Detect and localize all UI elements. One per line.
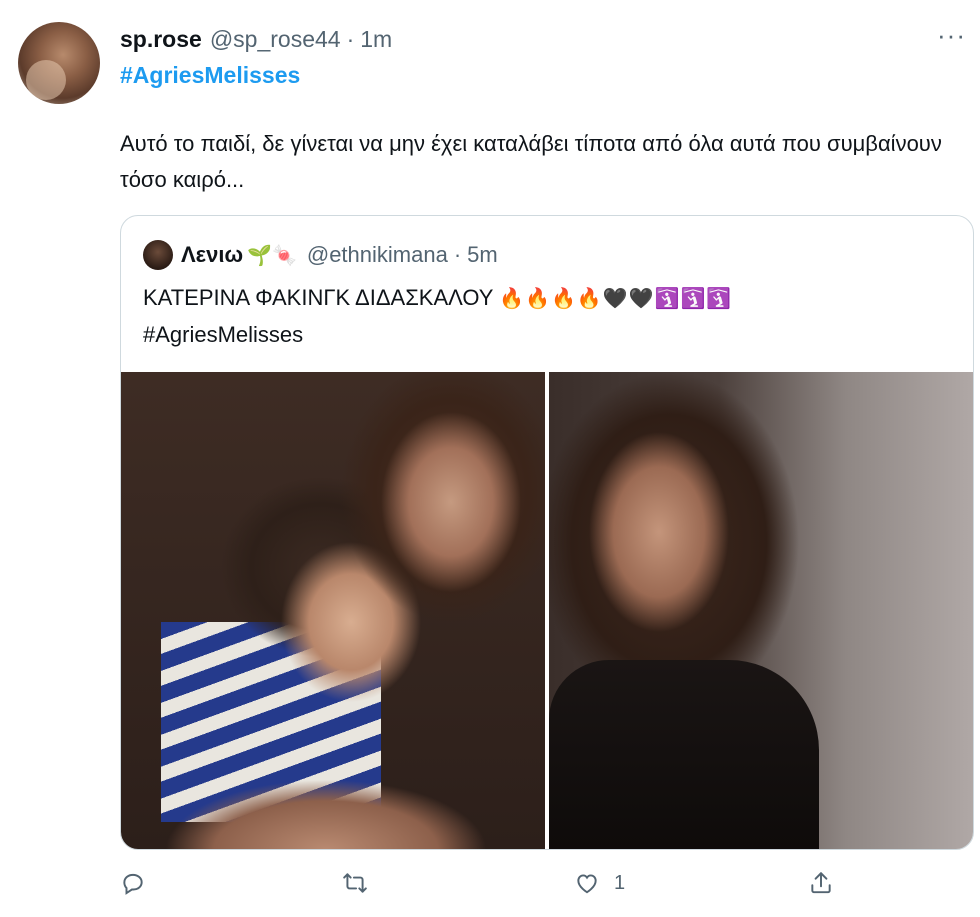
- quoted-text-emojis: 🔥🔥🔥🔥🖤🖤🛐🛐🛐: [499, 288, 733, 310]
- share-button[interactable]: [808, 870, 848, 896]
- quoted-text-main: ΚΑΤΕΡΙΝΑ ΦΑΚΙΝΓΚ ΔΙΔΑΣΚΑΛΟΥ: [143, 285, 494, 310]
- reply-icon: [123, 873, 143, 895]
- retweet-button[interactable]: [342, 870, 382, 896]
- tweet-header: sp.rose @sp_rose44 · 1m: [120, 26, 392, 53]
- photo-woman-closeup[interactable]: [549, 372, 973, 849]
- separator-dot: ·: [346, 26, 355, 52]
- retweet-icon: [343, 873, 367, 893]
- tweet-text: Αυτό το παιδί, δε γίνεται να μην έχει κα…: [120, 131, 942, 192]
- quoted-display-name: Λενιω: [181, 242, 244, 267]
- like-count: 1: [614, 871, 626, 894]
- quoted-name-emojis: 🌱🍬: [247, 244, 297, 267]
- timestamp[interactable]: 1m: [360, 26, 392, 53]
- media-grid: [121, 372, 973, 849]
- display-name[interactable]: sp.rose: [120, 26, 202, 53]
- quoted-timestamp: 5m: [467, 242, 498, 267]
- tweet-actions: 1: [120, 870, 850, 906]
- handle[interactable]: @sp_rose44: [210, 26, 341, 53]
- quoted-hashtag: #AgriesMelisses: [143, 322, 304, 347]
- photo-woman-hugging-boy[interactable]: [121, 372, 545, 849]
- avatar[interactable]: [18, 22, 100, 104]
- quoted-handle: @ethnikimana: [306, 242, 448, 267]
- tweet[interactable]: sp.rose @sp_rose44 · 1m ··· #AgriesMelis…: [0, 0, 980, 917]
- quoted-avatar: [143, 240, 173, 270]
- share-icon: [811, 872, 831, 894]
- quoted-tweet-header: Λενιω 🌱🍬 @ethnikimana · 5m: [143, 240, 498, 270]
- quoted-tweet[interactable]: Λενιω 🌱🍬 @ethnikimana · 5m ΚΑΤΕΡΙΝΑ ΦΑΚΙ…: [120, 215, 974, 850]
- hashtag-link[interactable]: #AgriesMelisses: [120, 62, 300, 89]
- like-button[interactable]: 1: [574, 870, 625, 896]
- quoted-tweet-text: ΚΑΤΕΡΙΝΑ ΦΑΚΙΝΓΚ ΔΙΔΑΣΚΑΛΟΥ 🔥🔥🔥🔥🖤🖤🛐🛐🛐 #A…: [143, 280, 963, 353]
- reply-button[interactable]: [120, 870, 160, 896]
- heart-icon: [577, 874, 597, 894]
- quoted-separator-dot: ·: [453, 242, 462, 267]
- more-options-icon[interactable]: ···: [937, 22, 966, 48]
